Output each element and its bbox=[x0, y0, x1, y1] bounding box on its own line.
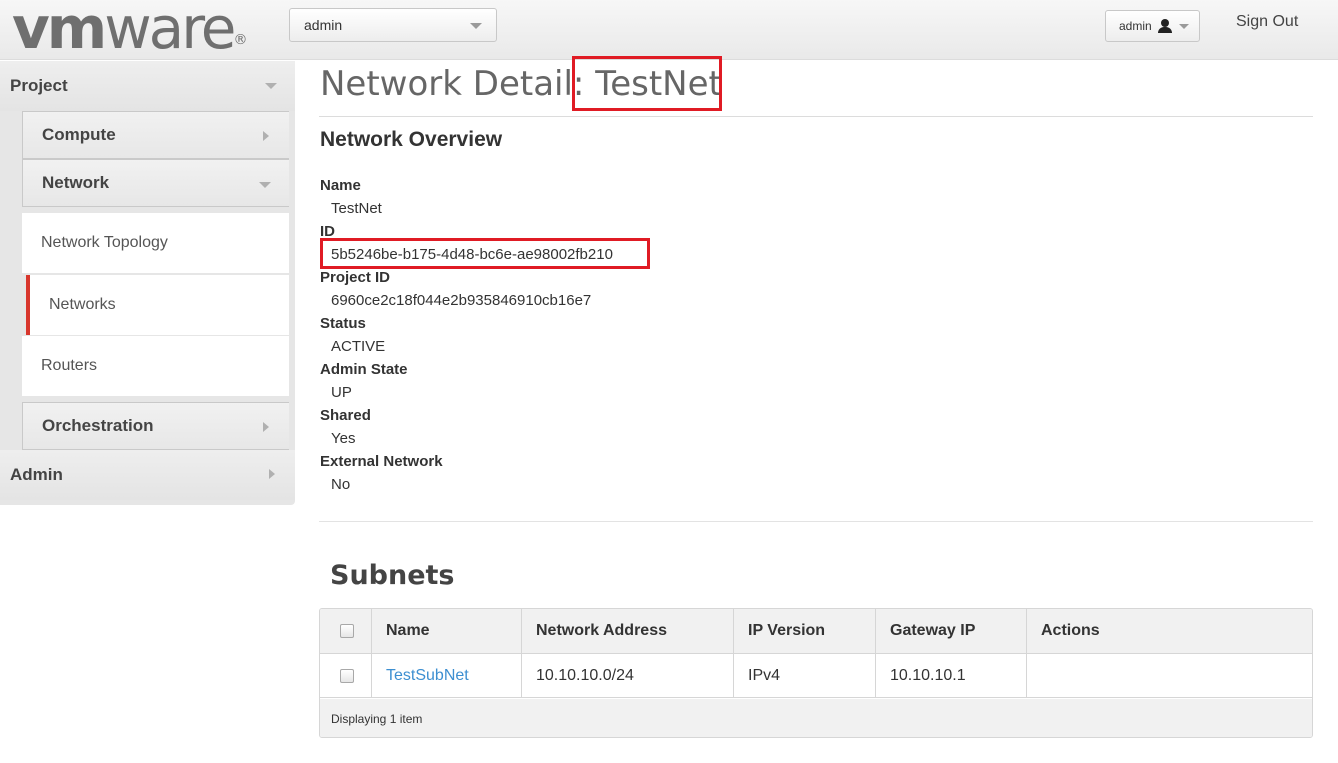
sidebar-admin-label: Admin bbox=[10, 465, 63, 484]
field-value-name: TestNet bbox=[331, 200, 382, 217]
field-value-status: ACTIVE bbox=[331, 338, 386, 355]
highlight-box-title bbox=[572, 56, 722, 111]
project-selector[interactable]: admin bbox=[289, 8, 497, 42]
field-value-admin-state: UP bbox=[331, 384, 352, 401]
subnet-gateway-ip: 10.10.10.1 bbox=[875, 654, 1026, 697]
sidebar-dashboard-admin[interactable]: Admin bbox=[0, 450, 295, 500]
field-label-status: Status bbox=[320, 315, 366, 332]
field-label-name: Name bbox=[320, 177, 361, 194]
subnet-name-link[interactable]: TestSubNet bbox=[371, 654, 521, 697]
chevron-down-icon bbox=[470, 23, 482, 29]
chevron-right-icon bbox=[269, 469, 275, 479]
sign-out-link[interactable]: Sign Out bbox=[1236, 13, 1298, 31]
chevron-right-icon bbox=[263, 131, 269, 141]
project-selector-value: admin bbox=[304, 17, 343, 33]
table-row: TestSubNet 10.10.10.0/24 IPv4 10.10.10.1 bbox=[320, 654, 1312, 698]
select-all-cell bbox=[320, 609, 370, 653]
sidebar: Project Compute Network Network Topology… bbox=[0, 61, 295, 505]
column-header-gateway-ip[interactable]: Gateway IP bbox=[875, 609, 1026, 653]
user-icon bbox=[1158, 19, 1172, 33]
row-checkbox[interactable] bbox=[340, 669, 354, 683]
sidebar-orchestration-label: Orchestration bbox=[42, 416, 154, 435]
subnet-network-address: 10.10.10.0/24 bbox=[521, 654, 733, 697]
sidebar-network-label: Network bbox=[42, 173, 110, 192]
field-label-shared: Shared bbox=[320, 407, 371, 424]
sidebar-compute-label: Compute bbox=[42, 125, 116, 144]
subnets-table: Name Network Address IP Version Gateway … bbox=[319, 608, 1313, 738]
field-label-external-network: External Network bbox=[320, 453, 443, 470]
column-header-name[interactable]: Name bbox=[371, 609, 521, 653]
vmware-logo[interactable]: vmware® bbox=[12, 0, 247, 58]
user-menu-button[interactable]: admin bbox=[1105, 10, 1200, 42]
field-label-project-id: Project ID bbox=[320, 269, 391, 286]
user-menu-label: admin bbox=[1119, 19, 1152, 33]
column-header-network-address[interactable]: Network Address bbox=[521, 609, 733, 653]
sidebar-dashboard-project[interactable]: Project bbox=[0, 61, 295, 111]
sidebar-item-network-topology[interactable]: Network Topology bbox=[22, 213, 289, 273]
highlight-box-id bbox=[320, 238, 650, 269]
chevron-down-icon bbox=[265, 83, 277, 89]
sidebar-panel-orchestration[interactable]: Orchestration bbox=[22, 402, 289, 450]
logo-rest-text: ware bbox=[104, 0, 236, 62]
page-title-prefix: Network Detail: bbox=[320, 64, 585, 104]
field-value-external-network: No bbox=[331, 476, 351, 493]
column-header-actions: Actions bbox=[1026, 609, 1312, 653]
field-label-admin-state: Admin State bbox=[320, 361, 408, 378]
table-header: Name Network Address IP Version Gateway … bbox=[320, 609, 1312, 654]
logo-registered-mark: ® bbox=[233, 32, 248, 48]
subnets-heading: Subnets bbox=[330, 560, 455, 591]
network-details-list: Name TestNet ID 5b5246be-b175-4d48-bc6e-… bbox=[320, 177, 613, 499]
network-overview-heading: Network Overview bbox=[320, 128, 503, 151]
table-footer: Displaying 1 item bbox=[320, 699, 1312, 737]
sidebar-item-routers[interactable]: Routers bbox=[22, 336, 289, 396]
sidebar-item-networks[interactable]: Networks bbox=[26, 275, 289, 335]
chevron-right-icon bbox=[263, 422, 269, 432]
field-value-project-id: 6960ce2c18f044e2b935846910cb16e7 bbox=[331, 292, 592, 309]
field-value-shared: Yes bbox=[331, 430, 356, 447]
sidebar-panel-compute[interactable]: Compute bbox=[22, 111, 289, 159]
section-divider bbox=[319, 521, 1313, 522]
sidebar-project-label: Project bbox=[10, 76, 68, 95]
chevron-down-icon bbox=[1179, 24, 1189, 29]
column-header-ip-version[interactable]: IP Version bbox=[733, 609, 875, 653]
row-select-cell bbox=[320, 654, 370, 697]
top-bar: vmware® admin admin Sign Out bbox=[0, 0, 1338, 60]
title-divider bbox=[319, 116, 1313, 117]
select-all-checkbox[interactable] bbox=[340, 624, 354, 638]
sidebar-panel-network[interactable]: Network bbox=[22, 159, 289, 207]
subnet-actions bbox=[1026, 654, 1312, 697]
subnet-ip-version: IPv4 bbox=[733, 654, 875, 697]
logo-bold-text: vm bbox=[12, 0, 107, 62]
chevron-down-icon bbox=[259, 182, 271, 188]
